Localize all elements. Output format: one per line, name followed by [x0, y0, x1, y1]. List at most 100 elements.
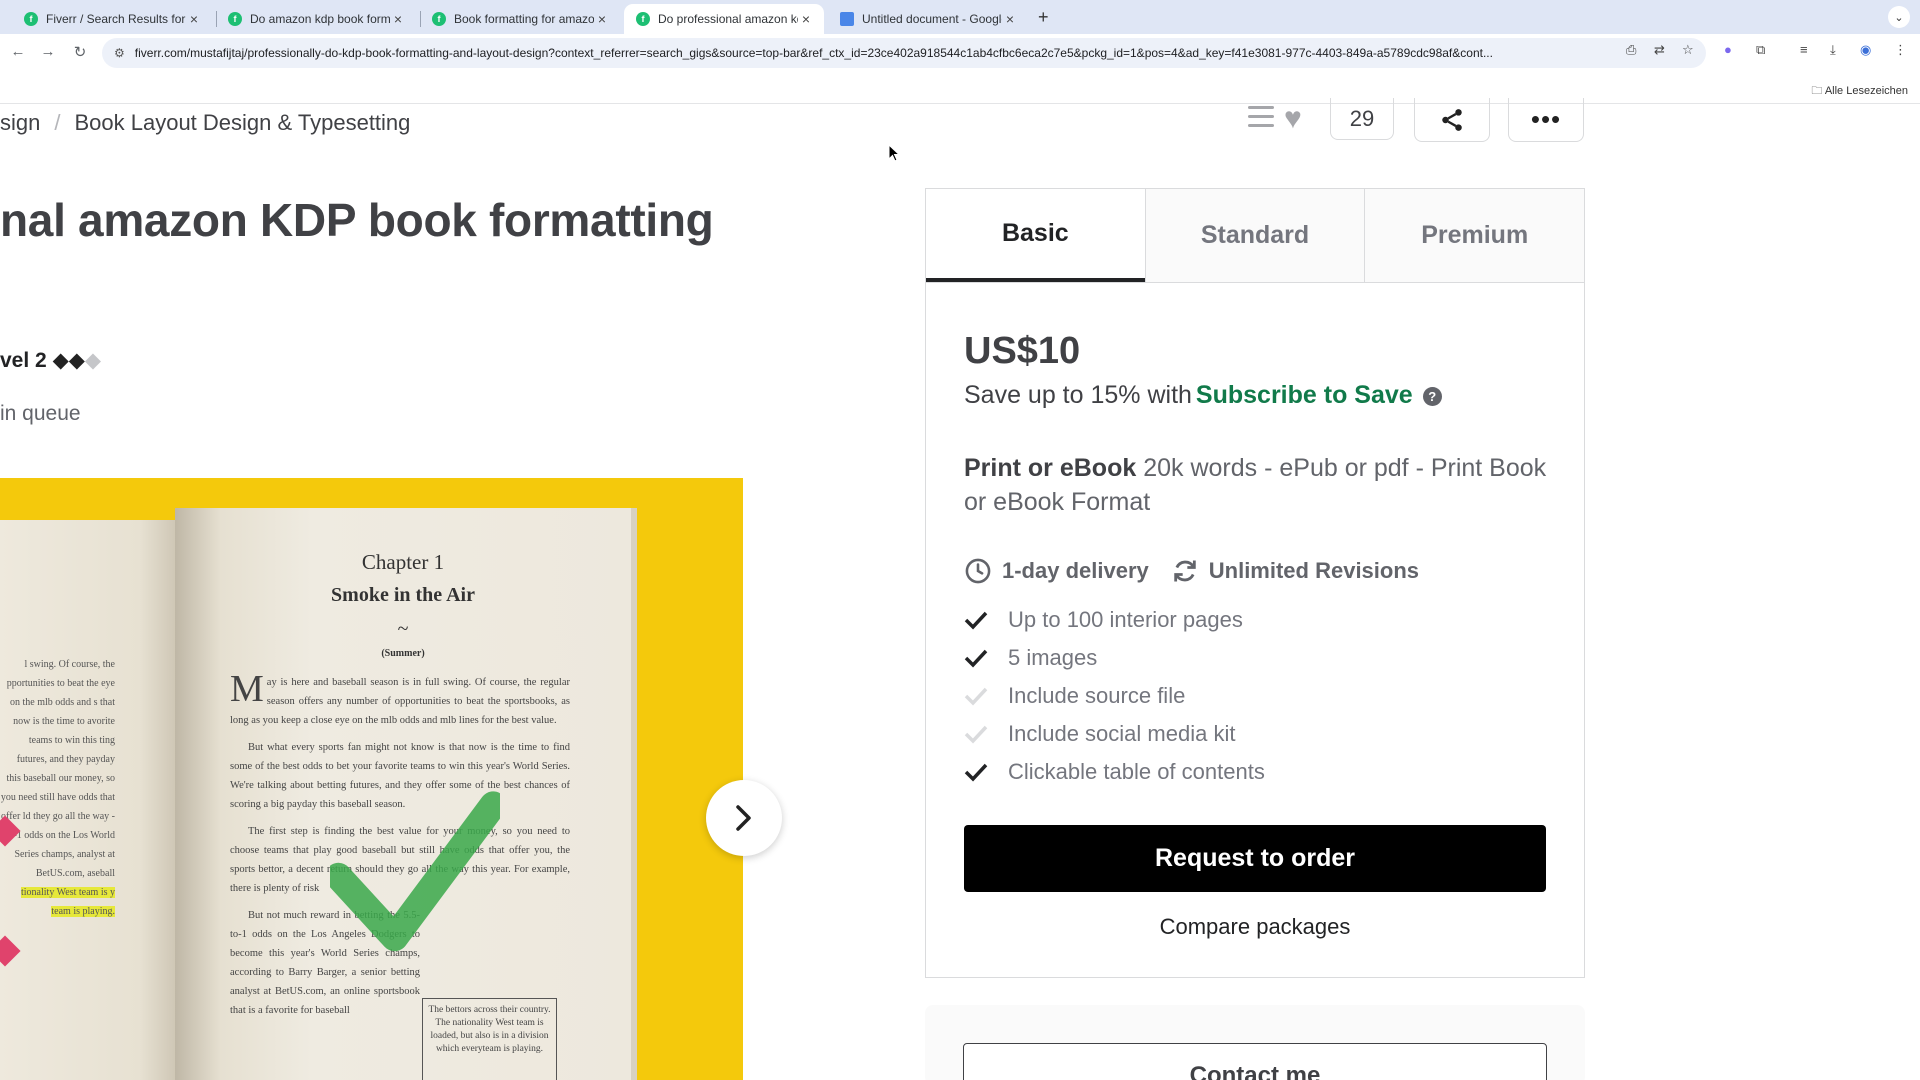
browser-tab[interactable]: f Fiverr / Search Results for 'kdp ×	[12, 4, 212, 34]
subscribe-to-save-link[interactable]: Subscribe to Save	[1196, 381, 1413, 409]
help-icon[interactable]: ?	[1422, 387, 1442, 406]
package-description: Print or eBook 20k words - ePub or pdf -…	[964, 451, 1554, 519]
contact-card: Contact me	[925, 1005, 1585, 1080]
heart-icon[interactable]: ♥	[1284, 102, 1302, 136]
browser-tab[interactable]: Untitled document - Google D ×	[828, 4, 1028, 34]
ellipsis-icon: •••	[1530, 104, 1562, 134]
all-bookmarks-folder[interactable]: 🗀 Alle Lesezeichen	[1811, 82, 1908, 101]
browser-tab-active[interactable]: f Do professional amazon kdp b ×	[624, 4, 824, 34]
revisions-refresh-icon	[1174, 560, 1196, 582]
browser-tab-title: Fiverr / Search Results for 'kdp	[46, 12, 186, 26]
gallery-next-button[interactable]	[706, 780, 782, 856]
feature-list: Up to 100 interior pages 5 images Includ…	[964, 601, 1524, 791]
compare-packages-link[interactable]: Compare packages	[926, 914, 1584, 940]
save-text: Save up to 15% with	[964, 381, 1192, 409]
extensions-puzzle-icon[interactable]: ⧉	[1756, 42, 1765, 58]
back-arrow-icon[interactable]: ←	[8, 43, 28, 60]
tab-standard[interactable]: Standard	[1144, 189, 1365, 282]
browser-tab[interactable]: f Book formatting for amazon k ×	[420, 4, 620, 34]
level-diamond-icon: ◆◆	[52, 349, 85, 372]
book-mockup: l swing. Of course, the pportunities to …	[0, 498, 640, 1080]
extension-icon[interactable]: ●	[1724, 42, 1732, 57]
fiverr-favicon-icon: f	[636, 12, 650, 26]
browser-tab-title: Do professional amazon kdp b	[658, 12, 798, 26]
forward-arrow-icon[interactable]: →	[38, 43, 58, 60]
feature-item: Up to 100 interior pages	[964, 601, 1524, 639]
all-bookmarks-label: Alle Lesezeichen	[1824, 85, 1908, 97]
bookmarks-bar: 🗀 Alle Lesezeichen	[0, 72, 1920, 104]
book-left-page: l swing. Of course, the pportunities to …	[0, 520, 175, 1080]
mouse-cursor-icon	[888, 144, 900, 162]
package-card: Basic Standard Premium US$10 Save up to …	[925, 188, 1585, 978]
ornament: ~	[397, 618, 409, 640]
check-disabled-icon	[964, 687, 988, 706]
browser-tab-title: Do amazon kdp book formatting	[250, 12, 390, 26]
breadcrumb-separator: /	[54, 110, 61, 135]
media-control-icon[interactable]: ≡	[1800, 42, 1808, 57]
gig-title: nal amazon KDP book formatting	[0, 194, 714, 246]
share-button[interactable]	[1414, 98, 1490, 142]
close-tab-icon[interactable]: ×	[594, 11, 610, 27]
subscribe-save-line: Save up to 15% with Subscribe to Save?	[964, 381, 1442, 410]
breadcrumb-parent-link[interactable]: sign	[0, 110, 40, 135]
site-settings-icon[interactable]: ⚙	[114, 46, 125, 60]
level-diamond-empty-icon: ◆	[84, 349, 102, 372]
gig-gallery-image[interactable]: l swing. Of course, the pportunities to …	[0, 478, 743, 1080]
fiverr-favicon-icon: f	[228, 12, 242, 26]
seller-level: vel 2 ◆◆◆	[0, 348, 101, 373]
fiverr-favicon-icon: f	[432, 12, 446, 26]
browser-tab-title: Book formatting for amazon k	[454, 12, 594, 26]
check-icon	[964, 649, 988, 668]
package-tabs: Basic Standard Premium	[926, 189, 1585, 283]
browser-tab-bar: f Fiverr / Search Results for 'kdp × f D…	[0, 0, 1920, 34]
close-tab-icon[interactable]: ×	[186, 11, 202, 27]
boxed-note: The bettors across their country. The na…	[422, 998, 557, 1080]
more-options-button[interactable]: •••	[1508, 98, 1584, 142]
revisions-count: Unlimited Revisions	[1208, 558, 1420, 583]
browser-menu-icon[interactable]: ⋮	[1894, 42, 1907, 58]
close-tab-icon[interactable]: ×	[390, 11, 406, 27]
tab-search-chevron-icon[interactable]: ⌄	[1888, 6, 1910, 28]
install-app-icon[interactable]: ⎙	[1626, 42, 1636, 58]
orders-in-queue: in queue	[0, 402, 81, 425]
delivery-time: 1-day delivery	[1002, 558, 1149, 583]
chapter-title: Smoke in the Air	[331, 584, 475, 606]
browser-tab[interactable]: f Do amazon kdp book formatting ×	[216, 4, 416, 34]
feature-item: Include social media kit	[964, 715, 1524, 753]
like-count: 29	[1330, 98, 1394, 140]
left-page-text: l swing. Of course, the pportunities to …	[0, 659, 115, 917]
translate-icon[interactable]: ⇄	[1654, 42, 1665, 58]
folder-icon: 🗀	[1811, 85, 1823, 97]
tab-premium[interactable]: Premium	[1364, 189, 1585, 282]
reload-icon[interactable]: ↻	[70, 43, 90, 61]
download-icon[interactable]: ⤓	[1830, 42, 1836, 58]
season-label: (Summer)	[381, 648, 425, 659]
feature-item: 5 images	[964, 639, 1524, 677]
request-to-order-button[interactable]: Request to order	[964, 825, 1546, 892]
collections-list-icon[interactable]	[1248, 106, 1274, 128]
bookmark-star-icon[interactable]: ☆	[1682, 42, 1694, 58]
seller-level-label: vel 2	[0, 349, 47, 372]
contact-me-button[interactable]: Contact me	[963, 1043, 1547, 1080]
highlighted-text: tionality West team is y team is playing…	[21, 887, 115, 917]
chapter-number: Chapter 1	[361, 550, 445, 574]
address-bar[interactable]: ⚙ fiverr.com/mustafijtaj/professionally-…	[102, 38, 1706, 68]
browser-toolbar: ← → ↻ ⚙ fiverr.com/mustafijtaj/professio…	[0, 34, 1920, 72]
check-icon	[964, 611, 988, 630]
clock-icon	[965, 558, 991, 584]
new-tab-icon[interactable]: +	[1038, 7, 1049, 28]
close-tab-icon[interactable]: ×	[1002, 11, 1018, 27]
profile-avatar-icon[interactable]: ◉	[1860, 42, 1871, 58]
browser-tab-title: Untitled document - Google D	[862, 12, 1002, 26]
tab-basic[interactable]: Basic	[926, 189, 1145, 282]
red-mark-icon	[0, 935, 21, 967]
google-docs-favicon-icon	[840, 12, 854, 26]
url-text: fiverr.com/mustafijtaj/professionally-do…	[134, 46, 1493, 60]
check-disabled-icon	[964, 725, 988, 744]
feature-item: Clickable table of contents	[964, 753, 1524, 791]
fiverr-favicon-icon: f	[24, 12, 38, 26]
breadcrumb-current-link[interactable]: Book Layout Design & Typesetting	[74, 110, 410, 135]
package-price: US$10	[964, 330, 1081, 372]
close-tab-icon[interactable]: ×	[798, 11, 814, 27]
delivery-info: 1-day delivery Unlimited Revisions	[964, 557, 1419, 585]
